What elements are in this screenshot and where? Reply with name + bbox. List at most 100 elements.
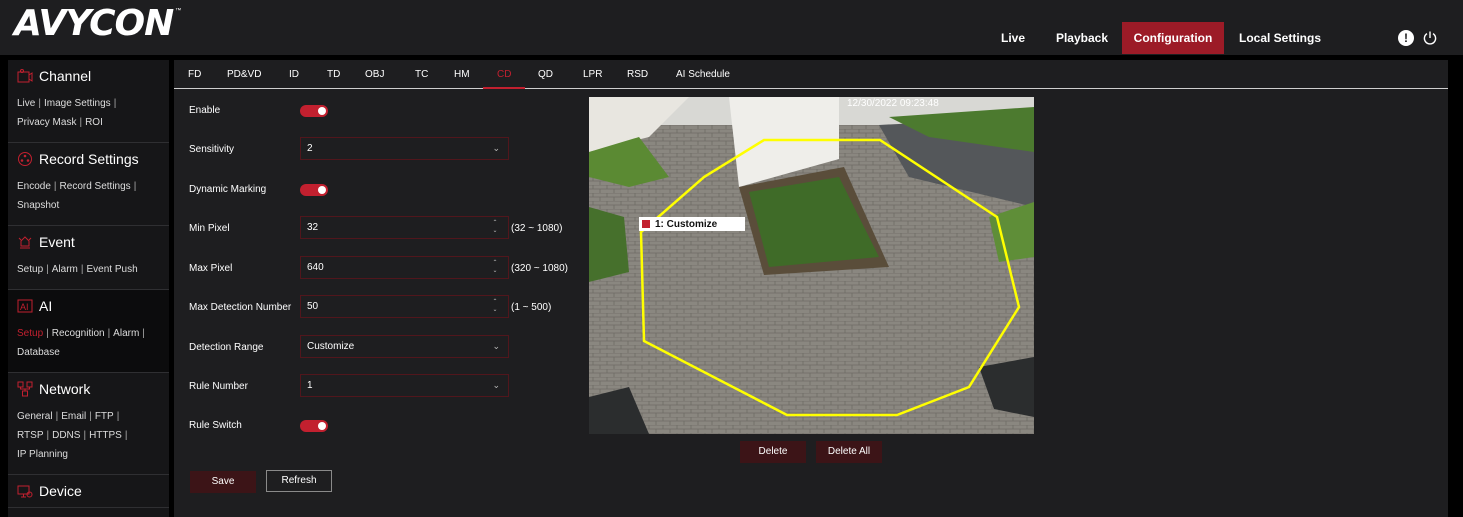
active-tab-indicator <box>483 87 525 89</box>
region-marker-icon <box>641 219 651 229</box>
tab-obj[interactable]: OBJ <box>365 69 384 80</box>
sensitivity-select[interactable]: 2 ⌄ <box>300 137 509 160</box>
sidebar-title-device: Device <box>39 483 82 499</box>
tab-cd[interactable]: CD <box>497 69 511 80</box>
nav-playback[interactable]: Playback <box>1042 22 1122 54</box>
spinner-icon[interactable]: ⌃ ⌄ <box>491 259 499 275</box>
sidebar-link-setup[interactable]: Setup <box>17 264 43 275</box>
tab-fd[interactable]: FD <box>188 69 201 80</box>
channel-icon <box>17 68 33 84</box>
max-detection-range: (1 ~ 500) <box>511 302 552 313</box>
sidebar-head-ai[interactable]: AI AI <box>8 290 169 322</box>
chevron-down-icon: ⌄ <box>492 143 500 153</box>
refresh-button[interactable]: Refresh <box>266 470 332 492</box>
info-icon[interactable]: ! <box>1398 30 1414 46</box>
avycon-logo: AVYCON ™ <box>14 4 181 44</box>
top-nav: Live Playback Configuration Local Settin… <box>984 22 1336 54</box>
rule-switch-toggle[interactable] <box>300 420 328 432</box>
sidebar-head-channel[interactable]: Channel <box>8 60 169 92</box>
min-pixel-range: (32 ~ 1080) <box>511 223 563 234</box>
sidebar-link-ftp[interactable]: FTP <box>95 411 114 422</box>
sidebar-links-channel: Live | Image Settings | Privacy Mask | ROI <box>17 98 117 128</box>
spinner-icon[interactable]: ⌃ ⌄ <box>491 219 499 235</box>
delete-button[interactable]: Delete <box>740 441 806 463</box>
sensitivity-value: 2 <box>307 143 313 154</box>
max-pixel-input[interactable]: 640 ⌃ ⌄ <box>300 256 509 279</box>
logo-text: AVYCON <box>14 3 174 44</box>
min-pixel-label: Min Pixel <box>189 223 230 234</box>
sidebar-title-record-settings: Record Settings <box>39 151 139 167</box>
main-panel: FD PD&VD ID TD OBJ TC HM CD QD LPR RSD A… <box>174 60 1448 517</box>
save-button[interactable]: Save <box>190 471 256 493</box>
sidebar-link-rtsp[interactable]: RTSP <box>17 430 44 441</box>
rule-switch-label: Rule Switch <box>189 420 242 431</box>
sidebar-link-encode[interactable]: Encode <box>17 181 51 192</box>
sidebar-links-record-settings: Encode | Record Settings | Snapshot <box>17 181 137 211</box>
sidebar-link-general[interactable]: General <box>17 411 53 422</box>
tab-qd[interactable]: QD <box>538 69 553 80</box>
sidebar-link-privacy-mask[interactable]: Privacy Mask <box>17 117 76 128</box>
tab-bar: FD PD&VD ID TD OBJ TC HM CD QD LPR RSD A… <box>174 60 1448 89</box>
logo-trademark: ™ <box>175 8 182 14</box>
sidebar-title-ai: AI <box>39 298 53 314</box>
sidebar-head-network[interactable]: Network <box>8 373 169 405</box>
tab-lpr[interactable]: LPR <box>583 69 602 80</box>
sidebar-title-network: Network <box>39 381 91 397</box>
sidebar-title-channel: Channel <box>39 68 92 84</box>
sidebar-head-device[interactable]: Device <box>8 475 169 507</box>
sidebar: Channel Live | Image Settings | Privacy Mas… <box>8 60 169 517</box>
sidebar-link-record-settings[interactable]: Record Settings <box>60 181 131 192</box>
nav-local-settings[interactable]: Local Settings <box>1224 22 1336 54</box>
sidebar-link-ip-planning[interactable]: IP Planning <box>17 449 68 460</box>
enable-toggle[interactable] <box>300 105 328 117</box>
sidebar-link-snapshot[interactable]: Snapshot <box>17 200 59 211</box>
sidebar-link-image-settings[interactable]: Image Settings <box>44 98 111 109</box>
chevron-down-icon: ⌄ <box>492 380 500 390</box>
sidebar-link-alarm[interactable]: Alarm <box>52 264 78 275</box>
sidebar-section-network: Network General | Email | FTP | RTSP | DDNS | HTT… <box>8 373 169 475</box>
dynamic-marking-toggle[interactable] <box>300 184 328 196</box>
power-icon[interactable] <box>1422 30 1438 46</box>
region-label: 1: Customize <box>639 217 745 231</box>
sidebar-link-event-push[interactable]: Event Push <box>86 264 137 275</box>
camera-timestamp: 12/30/2022 09:23:48 <box>847 98 939 109</box>
sidebar-link-email[interactable]: Email <box>61 411 86 422</box>
tab-rsd[interactable]: RSD <box>627 69 648 80</box>
delete-all-button[interactable]: Delete All <box>816 441 882 463</box>
sidebar-link-live[interactable]: Live <box>17 98 35 109</box>
spinner-icon[interactable]: ⌃ ⌄ <box>491 298 499 314</box>
rule-number-select[interactable]: 1 ⌄ <box>300 374 509 397</box>
min-pixel-input[interactable]: 32 ⌃ ⌄ <box>300 216 509 239</box>
sidebar-head-event[interactable]: Event <box>8 226 169 258</box>
tab-td[interactable]: TD <box>327 69 340 80</box>
tab-tc[interactable]: TC <box>415 69 428 80</box>
detection-range-value: Customize <box>307 341 355 352</box>
camera-preview[interactable]: 12/30/2022 09:23:48 1: Customize <box>589 97 1034 434</box>
max-pixel-range: (320 ~ 1080) <box>511 263 568 274</box>
sidebar-link-ddns[interactable]: DDNS <box>52 430 80 441</box>
sidebar-head-record-settings[interactable]: Record Settings <box>8 143 169 175</box>
sidebar-link-ai-setup[interactable]: Setup <box>17 328 43 339</box>
sidebar-link-ai-alarm[interactable]: Alarm <box>113 328 139 339</box>
tab-id[interactable]: ID <box>289 69 299 80</box>
rule-number-label: Rule Number <box>189 381 248 392</box>
nav-configuration[interactable]: Configuration <box>1122 22 1224 54</box>
sidebar-link-roi[interactable]: ROI <box>85 117 103 128</box>
detection-range-label: Detection Range <box>189 342 264 353</box>
min-pixel-value: 32 <box>307 222 319 233</box>
sidebar-link-database[interactable]: Database <box>17 347 60 358</box>
nav-live[interactable]: Live <box>984 22 1042 54</box>
sidebar-section-record-settings: Record Settings Encode | Record Settings | … <box>8 143 169 226</box>
max-detection-value: 50 <box>307 301 319 312</box>
tab-ai-schedule[interactable]: AI Schedule <box>676 69 730 80</box>
sidebar-link-https[interactable]: HTTPS <box>89 430 122 441</box>
rule-number-value: 1 <box>307 380 313 391</box>
sidebar-links-ai: Setup | Recognition | Alarm | Database <box>17 328 145 358</box>
detection-range-select[interactable]: Customize ⌄ <box>300 335 509 358</box>
max-detection-input[interactable]: 50 ⌃ ⌄ <box>300 295 509 318</box>
sidebar-link-recognition[interactable]: Recognition <box>52 328 105 339</box>
tab-pdvd[interactable]: PD&VD <box>227 69 261 80</box>
enable-label: Enable <box>189 105 221 116</box>
tab-hm[interactable]: HM <box>454 69 470 80</box>
sidebar-section-ai: AI AI Setup | Recognition | Alarm | Database <box>8 290 169 373</box>
